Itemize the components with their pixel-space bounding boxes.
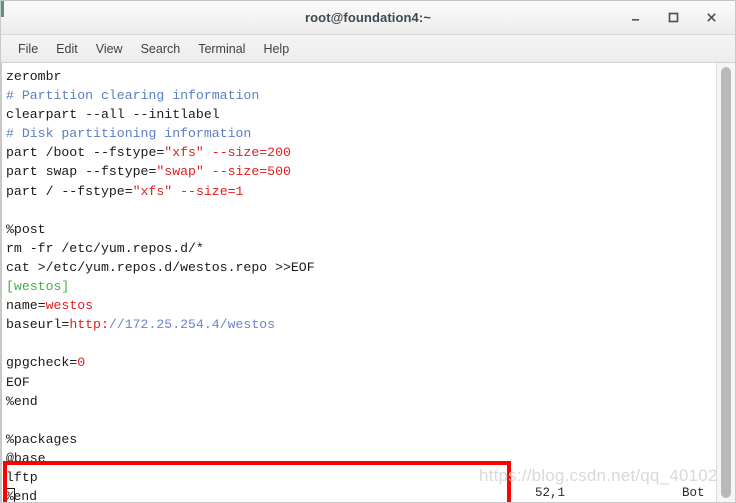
terminal-line: EOF (4, 373, 716, 392)
terminal-text-segment: //172.25.254.4/westos (108, 317, 276, 333)
terminal-text-segment: cat >/etc/yum.repos.d/westos.repo >>EOF (6, 259, 315, 275)
terminal-text-segment: 0 (77, 355, 86, 371)
terminal-text-segment: "xfs" (132, 183, 173, 199)
terminal-text-segment: %packages (6, 431, 78, 447)
scroll-position-indicator: Bot (682, 486, 705, 500)
terminal-line: # Disk partitioning information (4, 124, 716, 143)
terminal-line: %packages (4, 430, 716, 449)
window-titlebar[interactable]: root@foundation4:~ (1, 1, 735, 35)
terminal-text-segment: http: (69, 317, 109, 333)
terminal-line: clearpart --all --initlabel (4, 105, 716, 124)
menu-bar: File Edit View Search Terminal Help (1, 35, 735, 63)
window-title: root@foundation4:~ (304, 10, 432, 25)
window-accent-stripe (1, 1, 4, 17)
terminal-text-segment: part swap --fstype= (6, 164, 157, 180)
terminal-text-segment: "swap" (156, 164, 204, 180)
scrollbar-thumb[interactable] (721, 67, 731, 498)
terminal-text-segment: --size=500 (211, 164, 291, 180)
terminal-text-segment: [westos] (6, 279, 70, 295)
menu-item-view[interactable]: View (87, 39, 132, 59)
terminal-line: part swap --fstype="swap" --size=500 (4, 162, 716, 181)
terminal-line: part / --fstype="xfs" --size=1 (4, 182, 716, 201)
terminal-text-segment: --size=200 (211, 145, 291, 161)
terminal-line: # Partition clearing information (4, 86, 716, 105)
terminal-body: zerombr # Partition clearing information c… (1, 63, 735, 502)
terminal-text-segment: "xfs" (164, 145, 204, 161)
terminal-text-segment: gpgcheck= (6, 355, 78, 371)
terminal-text-area[interactable]: zerombr # Partition clearing information c… (1, 63, 716, 502)
cursor-position: 52,1 (535, 486, 566, 500)
terminal-scrollbar[interactable] (716, 63, 735, 502)
menu-item-file[interactable]: File (9, 39, 47, 59)
terminal-text-segment: part /boot --fstype= (6, 145, 165, 161)
terminal-line: gpgcheck=0 (4, 353, 716, 372)
terminal-text-segment: baseurl= (6, 317, 70, 333)
terminal-line: @base (4, 449, 716, 468)
terminal-text-segment: EOF (6, 374, 30, 390)
menu-item-terminal[interactable]: Terminal (189, 39, 254, 59)
terminal-line: zerombr (4, 67, 716, 86)
terminal-text-segment: westos (45, 298, 94, 314)
maximize-icon[interactable] (663, 8, 683, 28)
menu-item-help[interactable]: Help (254, 39, 298, 59)
terminal-text-segment: # Disk partitioning information (6, 126, 252, 142)
window-controls (625, 1, 727, 34)
menu-item-edit[interactable]: Edit (47, 39, 87, 59)
terminal-text-segment: part / --fstype= (6, 183, 133, 199)
terminal-text-segment: %end (6, 393, 38, 409)
menu-item-search[interactable]: Search (132, 39, 190, 59)
terminal-text-segment: # Partition clearing information (6, 88, 260, 104)
terminal-line: name=westos (4, 296, 716, 315)
terminal-line: cat >/etc/yum.repos.d/westos.repo >>EOF (4, 258, 716, 277)
terminal-text-segment: %post (6, 221, 46, 237)
terminal-text-segment: zerombr (6, 69, 62, 84)
terminal-line: rm -fr /etc/yum.repos.d/* (4, 239, 716, 258)
terminal-line: %post (4, 220, 716, 239)
terminal-text-segment: rm -fr /etc/yum.repos.d/* (6, 240, 204, 256)
terminal-line: %end (4, 392, 716, 411)
terminal-text-segment: name= (6, 298, 46, 314)
minimize-icon[interactable] (625, 8, 645, 28)
vim-status-line: 52,1 Bot (1, 482, 715, 500)
terminal-window: root@foundation4:~ File Edit View Search… (0, 0, 736, 503)
terminal-line: baseurl=http://172.25.254.4/westos (4, 315, 716, 334)
terminal-line: [westos] (4, 277, 716, 296)
terminal-text-segment: @base (6, 450, 46, 466)
terminal-text-segment: --size=1 (180, 183, 244, 199)
close-icon[interactable] (701, 8, 721, 28)
terminal-line: part /boot --fstype="xfs" --size=200 (4, 143, 716, 162)
terminal-text-segment: clearpart --all --initlabel (6, 107, 220, 123)
